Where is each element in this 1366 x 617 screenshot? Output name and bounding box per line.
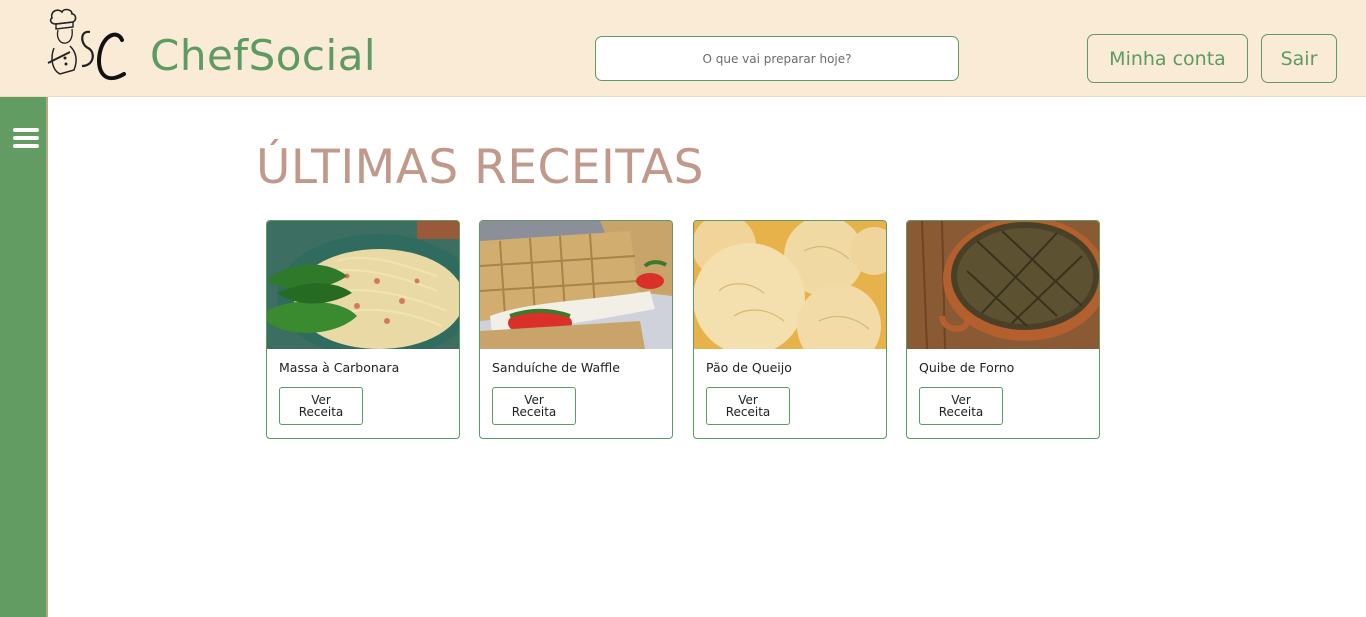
chef-logo-icon[interactable] <box>44 8 128 86</box>
view-recipe-button[interactable]: Ver Receita <box>492 387 576 425</box>
my-account-button[interactable]: Minha conta <box>1087 34 1248 83</box>
recipe-image <box>267 221 459 349</box>
brand-name[interactable]: ChefSocial <box>150 30 376 82</box>
hamburger-menu-icon[interactable] <box>13 128 39 148</box>
recipe-image <box>907 221 1099 349</box>
sidebar <box>0 97 48 617</box>
logout-button[interactable]: Sair <box>1261 34 1337 83</box>
page-title: ÚLTIMAS RECEITAS <box>256 140 704 195</box>
view-recipe-button[interactable]: Ver Receita <box>706 387 790 425</box>
search-input[interactable] <box>595 36 959 81</box>
recipe-title: Sanduíche de Waffle <box>492 360 620 375</box>
recipe-image <box>694 221 886 349</box>
recipe-title: Pão de Queijo <box>706 360 792 375</box>
view-recipe-button[interactable]: Ver Receita <box>919 387 1003 425</box>
header: ChefSocial Minha conta Sair <box>0 0 1366 97</box>
recipe-title: Quibe de Forno <box>919 360 1015 375</box>
recipe-card: Quibe de Forno Ver Receita <box>906 220 1100 439</box>
recipe-card: Massa à Carbonara Ver Receita <box>266 220 460 439</box>
recipe-image <box>480 221 672 349</box>
recipe-title: Massa à Carbonara <box>279 360 400 375</box>
recipe-card: Sanduíche de Waffle Ver Receita <box>479 220 673 439</box>
view-recipe-button[interactable]: Ver Receita <box>279 387 363 425</box>
recipe-card: Pão de Queijo Ver Receita <box>693 220 887 439</box>
